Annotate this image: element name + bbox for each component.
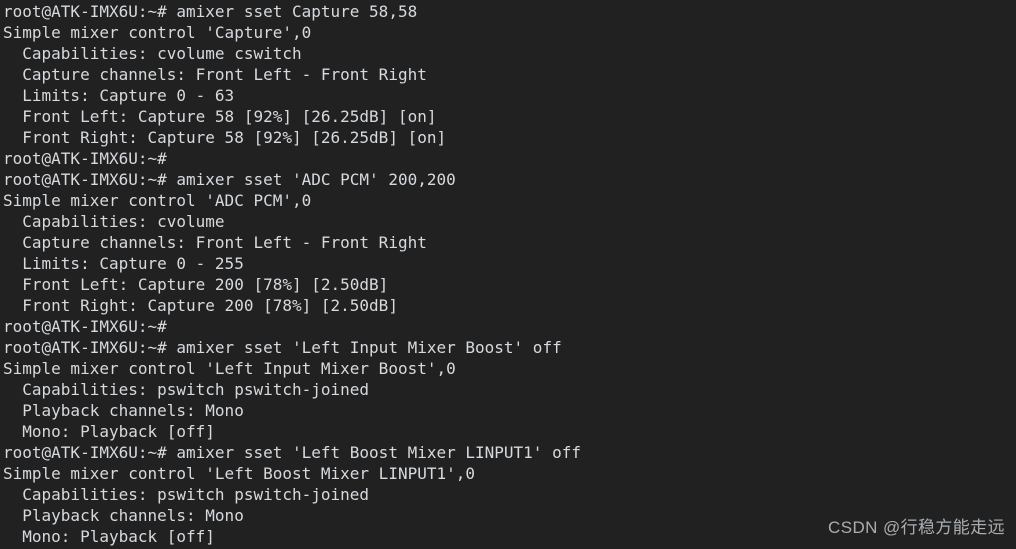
- terminal-line: Capabilities: pswitch pswitch-joined: [3, 380, 370, 399]
- terminal-line: Front Right: Capture 58 [92%] [26.25dB] …: [3, 128, 447, 147]
- terminal-line: Mono: Playback [off]: [3, 527, 215, 546]
- terminal-line: root@ATK-IMX6U:~# amixer sset Capture 58…: [3, 2, 418, 21]
- terminal-line: Front Right: Capture 200 [78%] [2.50dB]: [3, 296, 398, 315]
- terminal-line: root@ATK-IMX6U:~# amixer sset 'Left Inpu…: [3, 338, 562, 357]
- terminal-line: Capabilities: pswitch pswitch-joined: [3, 485, 370, 504]
- terminal-line: Limits: Capture 0 - 63: [3, 86, 235, 105]
- terminal-line: Simple mixer control 'Left Input Mixer B…: [3, 359, 456, 378]
- terminal-line: root@ATK-IMX6U:~# amixer sset 'Left Boos…: [3, 443, 581, 462]
- terminal-line: Capabilities: cvolume: [3, 212, 225, 231]
- terminal-line: Simple mixer control 'Capture',0: [3, 23, 312, 42]
- terminal-line: Capture channels: Front Left - Front Rig…: [3, 65, 427, 84]
- terminal-line: Front Left: Capture 200 [78%] [2.50dB]: [3, 275, 389, 294]
- terminal-line: Playback channels: Mono: [3, 401, 244, 420]
- terminal-window[interactable]: root@ATK-IMX6U:~# amixer sset Capture 58…: [0, 0, 1016, 549]
- terminal-line: Mono: Playback [off]: [3, 422, 215, 441]
- terminal-output[interactable]: root@ATK-IMX6U:~# amixer sset Capture 58…: [3, 1, 1016, 547]
- terminal-line: Capabilities: cvolume cswitch: [3, 44, 302, 63]
- terminal-line: Capture channels: Front Left - Front Rig…: [3, 233, 427, 252]
- terminal-line: Limits: Capture 0 - 255: [3, 254, 244, 273]
- terminal-line: Front Left: Capture 58 [92%] [26.25dB] […: [3, 107, 437, 126]
- terminal-line: root@ATK-IMX6U:~#: [3, 149, 167, 168]
- terminal-line: Playback channels: Mono: [3, 506, 244, 525]
- terminal-line: root@ATK-IMX6U:~#: [3, 317, 167, 336]
- terminal-line: Simple mixer control 'Left Boost Mixer L…: [3, 464, 476, 483]
- terminal-line: Simple mixer control 'ADC PCM',0: [3, 191, 312, 210]
- terminal-line: root@ATK-IMX6U:~# amixer sset 'ADC PCM' …: [3, 170, 456, 189]
